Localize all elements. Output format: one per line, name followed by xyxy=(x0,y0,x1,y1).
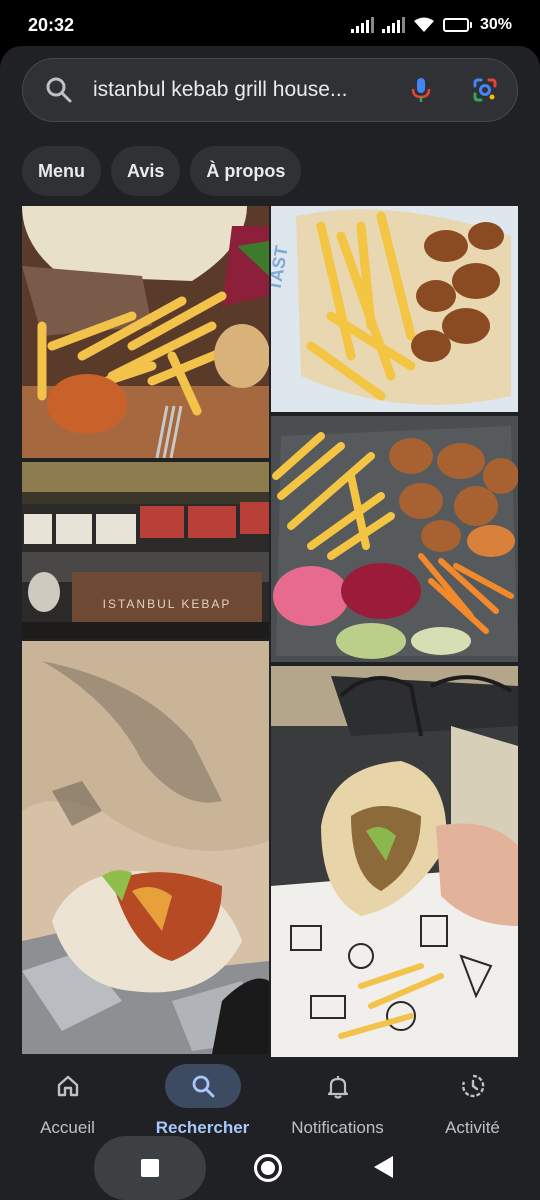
home-button[interactable] xyxy=(254,1154,282,1182)
battery-icon xyxy=(442,18,472,32)
nav-label-rechercher: Rechercher xyxy=(155,1118,250,1137)
search-icon xyxy=(46,77,72,103)
photo-wrap-fries[interactable] xyxy=(22,206,269,458)
back-button[interactable] xyxy=(374,1156,393,1178)
nav-label-accueil: Accueil xyxy=(40,1118,95,1137)
photo-pita-chicken[interactable]: TAST xyxy=(271,206,518,412)
signal-icon-2 xyxy=(381,17,405,33)
search-bar[interactable]: istanbul kebab grill house... xyxy=(22,58,518,122)
photo-plate-salad[interactable] xyxy=(271,416,518,662)
activity-icon xyxy=(461,1074,484,1098)
photo-restaurant-interior[interactable]: ISTANBUL KEBAP xyxy=(22,462,269,639)
search-icon xyxy=(192,1075,214,1098)
filter-chips: Menu Avis À propos xyxy=(22,146,302,196)
signal-icon xyxy=(350,17,374,33)
nav-accueil[interactable]: Accueil xyxy=(0,1058,135,1148)
photo-wrap-foil[interactable] xyxy=(22,641,269,1054)
chip-menu[interactable]: Menu xyxy=(22,146,101,196)
nav-rechercher[interactable]: Rechercher xyxy=(135,1058,270,1148)
home-circle-icon xyxy=(261,1161,275,1175)
chip-avis[interactable]: Avis xyxy=(111,146,181,196)
photo-hand-wrap[interactable] xyxy=(271,666,518,1057)
chip-a-propos[interactable]: À propos xyxy=(190,146,302,196)
google-lens-icon[interactable] xyxy=(471,76,499,104)
status-bar: 20:32 30% xyxy=(0,0,540,50)
nav-label-notifications: Notifications xyxy=(291,1118,384,1137)
recents-icon xyxy=(141,1159,159,1177)
status-icons: 30% xyxy=(350,16,512,34)
nav-activite[interactable]: Activité xyxy=(405,1058,540,1148)
wifi-icon xyxy=(413,17,434,32)
sign-text: ISTANBUL KEBAP xyxy=(103,597,232,611)
nav-label-activite: Activité xyxy=(445,1118,500,1137)
system-navigation xyxy=(0,1136,540,1200)
status-time: 20:32 xyxy=(28,14,75,35)
home-icon xyxy=(57,1075,78,1097)
results-sheet: istanbul kebab grill house... Menu Avis … xyxy=(0,46,540,1066)
search-input[interactable]: istanbul kebab grill house... xyxy=(93,78,407,102)
battery-percent: 30% xyxy=(479,16,512,33)
nav-notifications[interactable]: Notifications xyxy=(270,1058,405,1148)
mic-icon[interactable] xyxy=(407,76,435,104)
recents-button[interactable] xyxy=(94,1136,206,1200)
bell-icon xyxy=(327,1076,348,1099)
